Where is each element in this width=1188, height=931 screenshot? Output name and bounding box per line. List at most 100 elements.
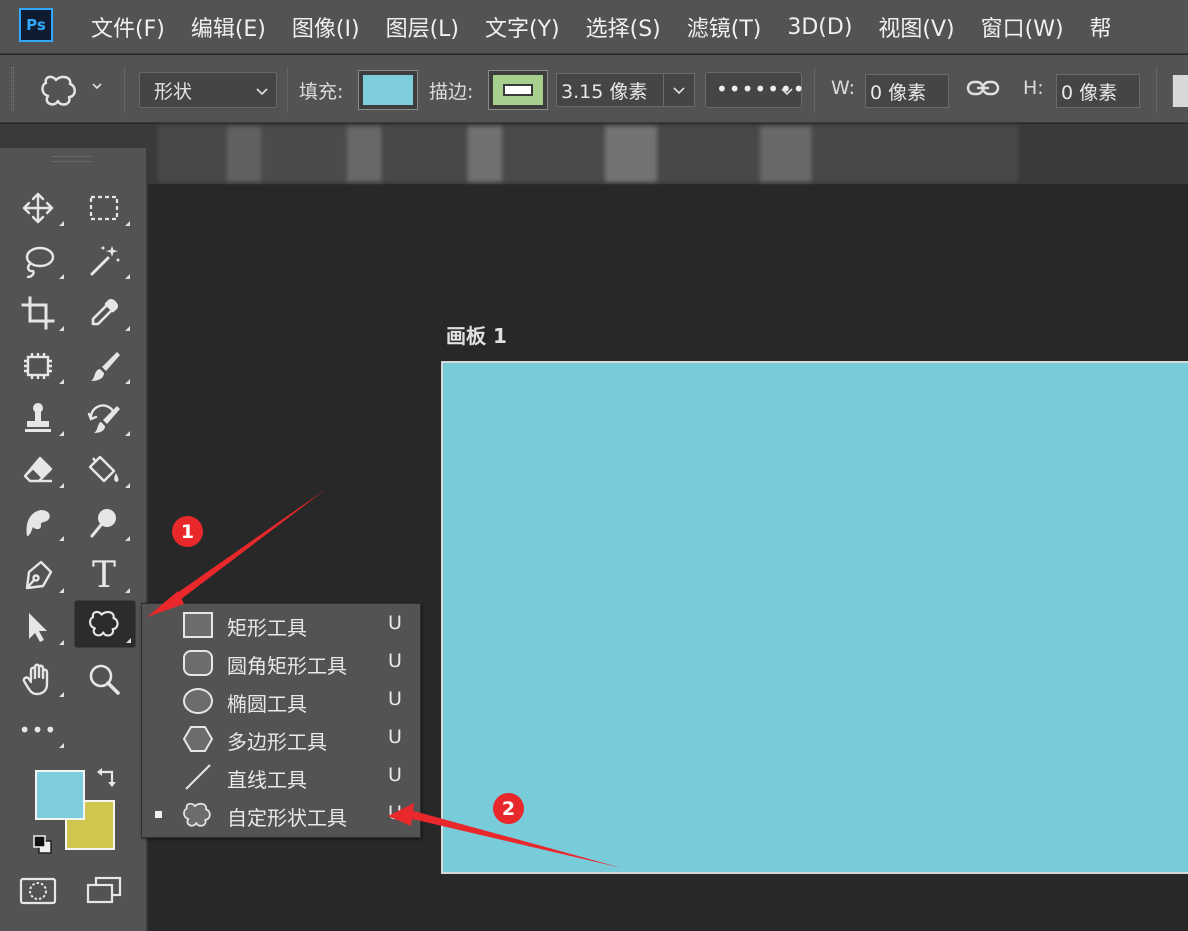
menu-help[interactable]: 帮 xyxy=(1077,11,1125,43)
brush-tool[interactable] xyxy=(74,344,134,388)
smudge-tool[interactable] xyxy=(8,501,68,545)
zoom-icon xyxy=(89,664,120,695)
link-icon[interactable] xyxy=(966,77,1000,99)
custom-shape-tool[interactable] xyxy=(74,600,136,648)
flyout-label: 圆角矩形工具 xyxy=(227,654,347,678)
magic-wand-tool[interactable] xyxy=(74,239,134,283)
menu-window[interactable]: 窗口(W) xyxy=(968,11,1077,43)
chevron-down-icon xyxy=(673,87,685,95)
flyout-shortcut: U xyxy=(388,612,402,634)
foreground-color-swatch[interactable] xyxy=(35,770,85,820)
tools-grip[interactable] xyxy=(52,156,92,162)
eraser-tool[interactable] xyxy=(8,448,68,492)
dodge-tool[interactable] xyxy=(74,501,134,545)
height-field[interactable]: 0 像素 xyxy=(1056,74,1140,108)
polygon-icon xyxy=(182,726,214,752)
artboard-canvas[interactable] xyxy=(441,361,1188,874)
hand-icon xyxy=(22,663,49,696)
pen-icon xyxy=(25,560,53,590)
path-selection-tool[interactable] xyxy=(8,605,68,649)
flyout-item-custom-shape[interactable]: 自定形状工具 U xyxy=(142,796,420,834)
history-brush-icon xyxy=(87,404,120,433)
flyout-shortcut: U xyxy=(388,726,402,748)
flyout-label: 矩形工具 xyxy=(227,616,307,640)
menu-edit[interactable]: 编辑(E) xyxy=(178,11,279,43)
edit-toolbar-button[interactable]: ••• xyxy=(8,708,68,752)
line-icon xyxy=(185,764,211,790)
paint-bucket-tool[interactable] xyxy=(74,448,134,492)
quick-mask-icon[interactable] xyxy=(18,876,58,906)
crop-tool[interactable] xyxy=(8,291,68,335)
zoom-tool[interactable] xyxy=(74,657,134,701)
artboard-label[interactable]: 画板 1 xyxy=(446,320,507,349)
options-grip[interactable] xyxy=(11,67,14,111)
lasso-tool[interactable] xyxy=(8,239,68,283)
custom-shape-icon xyxy=(89,610,119,637)
custom-shape-icon[interactable] xyxy=(40,73,80,109)
stroke-width-dropdown[interactable] xyxy=(663,73,695,107)
pen-tool[interactable] xyxy=(8,553,68,597)
move-icon xyxy=(22,192,54,224)
screen-mode-icon[interactable] xyxy=(84,876,124,906)
flyout-item-line[interactable]: 直线工具 U xyxy=(142,758,420,796)
flyout-shortcut: U xyxy=(388,764,402,786)
flyout-item-rounded-rectangle[interactable]: 圆角矩形工具 U xyxy=(142,644,420,682)
stroke-swatch[interactable] xyxy=(488,70,548,110)
type-tool[interactable]: T xyxy=(74,553,134,597)
document-tab[interactable] xyxy=(158,126,1018,182)
flyout-shortcut: U xyxy=(388,688,402,710)
brush-icon xyxy=(91,352,120,381)
menu-layer[interactable]: 图层(L) xyxy=(373,11,472,43)
stroke-width-field[interactable]: 3.15 像素 xyxy=(556,73,664,107)
paint-bucket-icon xyxy=(88,455,119,483)
move-tool[interactable] xyxy=(8,186,68,230)
menu-file[interactable]: 文件(F) xyxy=(78,11,178,43)
eyedropper-tool[interactable] xyxy=(74,291,134,335)
menu-items: 文件(F) 编辑(E) 图像(I) 图层(L) 文字(Y) 选择(S) 滤镜(T… xyxy=(78,0,1125,54)
history-brush-tool[interactable] xyxy=(74,396,134,440)
menu-3d[interactable]: 3D(D) xyxy=(774,15,865,40)
flyout-item-ellipse[interactable]: 椭圆工具 U xyxy=(142,682,420,720)
step-badge-1: 1 xyxy=(172,516,203,547)
photoshop-window: Ps 文件(F) 编辑(E) 图像(I) 图层(L) 文字(Y) 选择(S) 滤… xyxy=(0,0,1188,931)
lasso-icon xyxy=(25,246,55,278)
mode-dropdown[interactable]: 形状 xyxy=(139,72,277,108)
stamp-tool[interactable] xyxy=(8,396,68,440)
menu-image[interactable]: 图像(I) xyxy=(279,11,373,43)
flyout-label: 多边形工具 xyxy=(227,730,327,754)
options-bar: 形状 填充: 描边: 3.15 像素 ••••••• W: 0 像素 H: 0 … xyxy=(0,55,1188,123)
ellipse-icon xyxy=(183,688,213,714)
menu-type[interactable]: 文字(Y) xyxy=(472,11,573,43)
flyout-item-rectangle[interactable]: 矩形工具 U xyxy=(142,606,420,644)
custom-shape-icon xyxy=(183,802,211,827)
fill-swatch[interactable] xyxy=(358,70,418,110)
flyout-shortcut: U xyxy=(388,802,402,824)
type-icon: T xyxy=(91,554,116,596)
stroke-width-value: 3.15 像素 xyxy=(561,80,648,103)
smudge-icon xyxy=(26,510,50,536)
width-field[interactable]: 0 像素 xyxy=(865,74,949,108)
tools-panel: T ••• xyxy=(0,148,148,931)
selected-indicator xyxy=(155,811,162,818)
align-button[interactable] xyxy=(1172,75,1188,107)
magic-wand-icon xyxy=(90,246,120,276)
hand-tool[interactable] xyxy=(8,657,68,701)
stroke-type-dropdown[interactable]: ••••••• xyxy=(705,72,805,108)
clone-stamp-icon xyxy=(25,403,51,432)
flyout-label: 自定形状工具 xyxy=(227,806,347,830)
arrow-pointer-icon xyxy=(29,613,47,642)
menu-filter[interactable]: 滤镜(T) xyxy=(674,11,775,43)
default-colors-icon[interactable] xyxy=(32,834,54,856)
frame-icon xyxy=(24,353,52,379)
flyout-item-polygon[interactable]: 多边形工具 U xyxy=(142,720,420,758)
menu-bar: Ps 文件(F) 编辑(E) 图像(I) 图层(L) 文字(Y) 选择(S) 滤… xyxy=(0,0,1188,54)
menu-select[interactable]: 选择(S) xyxy=(573,11,674,43)
menu-view[interactable]: 视图(V) xyxy=(865,11,967,43)
chevron-down-icon[interactable] xyxy=(92,81,102,91)
marquee-tool[interactable] xyxy=(74,186,134,230)
frame-tool[interactable] xyxy=(8,344,68,388)
fill-color xyxy=(363,75,413,105)
swap-colors-icon[interactable] xyxy=(96,768,118,788)
height-label: H: xyxy=(1023,77,1044,99)
height-value: 0 像素 xyxy=(1061,81,1118,104)
